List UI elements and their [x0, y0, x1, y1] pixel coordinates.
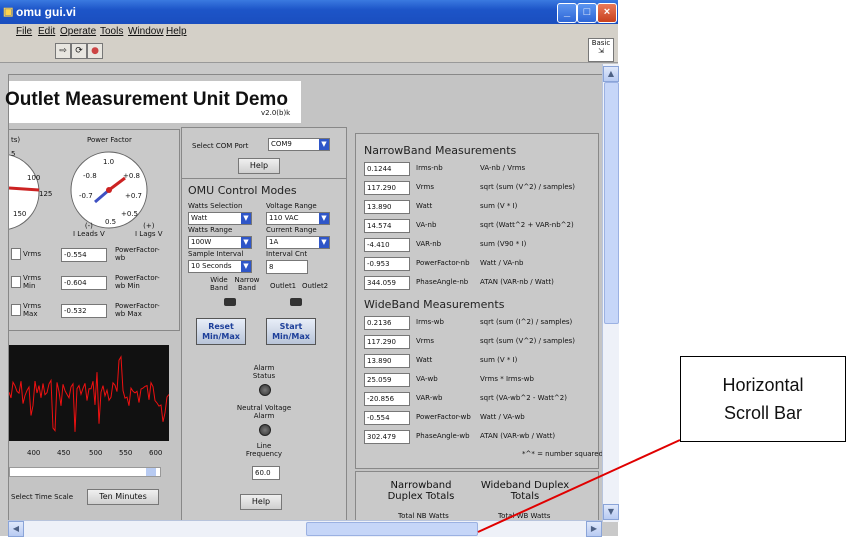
callout-box: Horizontal Scroll Bar — [680, 356, 846, 442]
callout-line1: Horizontal — [722, 375, 804, 395]
callout-line2: Scroll Bar — [723, 403, 803, 423]
callout-line — [477, 439, 681, 533]
callout-arrow — [477, 439, 681, 533]
